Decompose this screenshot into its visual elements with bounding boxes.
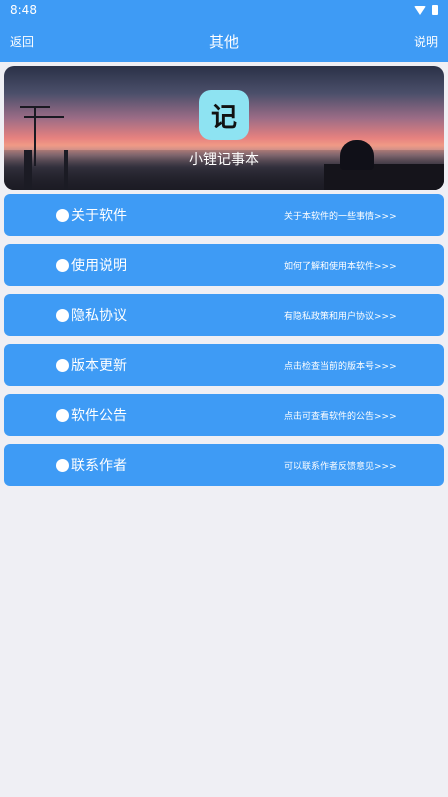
menu-item-label: 软件公告 — [71, 408, 127, 424]
menu-item-label: 关于软件 — [71, 208, 127, 224]
status-time: 8:48 — [10, 3, 37, 17]
menu-item-desc: 如何了解和使用本软件>>> — [284, 261, 397, 272]
menu-item-contact[interactable]: 联系作者 可以联系作者反馈意见>>> — [4, 444, 444, 486]
wifi-icon — [414, 5, 426, 15]
menu-item-desc: 点击可查看软件的公告>>> — [284, 411, 397, 422]
menu-item-about[interactable]: 关于软件 关于本软件的一些事情>>> — [4, 194, 444, 236]
app-icon-char: 记 — [210, 102, 237, 133]
menu-item-desc: 有隐私政策和用户协议>>> — [284, 311, 397, 322]
menu-item-label: 联系作者 — [71, 458, 127, 474]
menu-item-desc: 可以联系作者反馈意见>>> — [284, 461, 397, 472]
back-button[interactable]: 返回 — [10, 33, 34, 50]
app-name: 小锂记事本 — [189, 152, 259, 168]
menu-item-privacy[interactable]: 隐私协议 有隐私政策和用户协议>>> — [4, 294, 444, 336]
bullet-icon — [56, 358, 69, 372]
menu-item-label: 版本更新 — [71, 358, 127, 374]
menu-item-desc: 关于本软件的一些事情>>> — [284, 211, 397, 222]
menu-item-update[interactable]: 版本更新 点击检查当前的版本号>>> — [4, 344, 444, 386]
battery-icon — [432, 5, 438, 15]
menu-item-label: 隐私协议 — [71, 308, 127, 324]
menu-list: 关于软件 关于本软件的一些事情>>> 使用说明 如何了解和使用本软件>>> 隐私… — [4, 194, 444, 486]
top-bar: 返回 其他 说明 — [0, 20, 448, 62]
bullet-icon — [56, 258, 69, 272]
app-icon: 记 — [199, 90, 249, 140]
bullet-icon — [56, 208, 69, 222]
bullet-icon — [56, 458, 69, 472]
help-button[interactable]: 说明 — [414, 33, 438, 50]
banner: 记 小锂记事本 — [4, 66, 444, 190]
menu-item-label: 使用说明 — [71, 258, 127, 274]
status-bar: 8:48 — [0, 0, 448, 20]
page-title: 其他 — [208, 32, 239, 51]
menu-item-announcement[interactable]: 软件公告 点击可查看软件的公告>>> — [4, 394, 444, 436]
bullet-icon — [56, 408, 69, 422]
menu-item-instructions[interactable]: 使用说明 如何了解和使用本软件>>> — [4, 244, 444, 286]
menu-item-desc: 点击检查当前的版本号>>> — [284, 361, 397, 372]
bullet-icon — [56, 308, 69, 322]
status-icons — [414, 5, 438, 15]
